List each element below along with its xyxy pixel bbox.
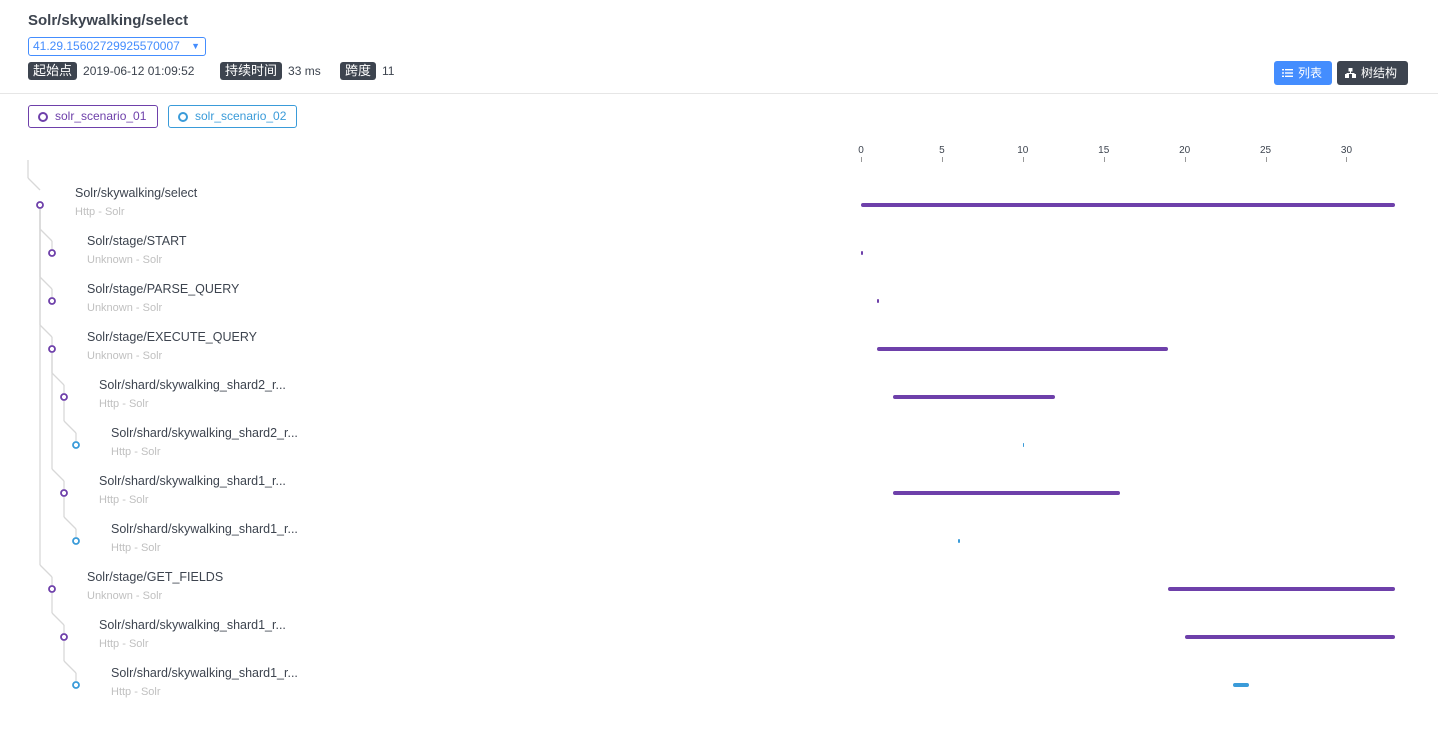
span-duration-bar[interactable] xyxy=(861,203,1395,207)
span-node-dot xyxy=(72,681,80,689)
tree-connector xyxy=(51,372,65,386)
span-duration-bar[interactable] xyxy=(877,347,1169,351)
span-type: Http - Solr xyxy=(111,686,161,698)
span-name[interactable]: Solr/shard/skywalking_shard2_r... xyxy=(111,426,298,440)
span-type: Unknown - Solr xyxy=(87,302,163,314)
span-name[interactable]: Solr/shard/skywalking_shard1_r... xyxy=(99,618,286,632)
span-name[interactable]: Solr/skywalking/select xyxy=(75,186,197,200)
span-type: Http - Solr xyxy=(75,206,125,218)
span-name[interactable]: Solr/stage/EXECUTE_QUERY xyxy=(87,330,257,344)
span-node-dot xyxy=(48,585,56,593)
span-duration-bar[interactable] xyxy=(893,491,1120,495)
span-node-dot xyxy=(48,249,56,257)
tree-connector xyxy=(39,564,53,578)
span-name[interactable]: Solr/stage/PARSE_QUERY xyxy=(87,282,239,296)
span-name[interactable]: Solr/stage/GET_FIELDS xyxy=(87,570,223,584)
span-duration-bar[interactable] xyxy=(1233,683,1250,687)
span-name[interactable]: Solr/shard/skywalking_shard2_r... xyxy=(99,378,286,392)
span-duration-bar[interactable] xyxy=(877,299,879,303)
span-type: Unknown - Solr xyxy=(87,254,163,266)
span-type: Unknown - Solr xyxy=(87,590,163,602)
span-duration-bar[interactable] xyxy=(893,395,1056,399)
tree-connector xyxy=(51,612,65,626)
span-name[interactable]: Solr/shard/skywalking_shard1_r... xyxy=(111,666,298,680)
span-node-dot xyxy=(36,201,44,209)
span-name[interactable]: Solr/shard/skywalking_shard1_r... xyxy=(99,474,286,488)
span-type: Http - Solr xyxy=(99,398,149,410)
span-type: Http - Solr xyxy=(99,494,149,506)
span-node-dot xyxy=(72,441,80,449)
span-type: Http - Solr xyxy=(99,638,149,650)
tree-connector xyxy=(39,324,53,338)
span-node-dot xyxy=(48,297,56,305)
tree-connector xyxy=(63,420,77,434)
span-duration-bar[interactable] xyxy=(861,251,863,255)
tree-connector xyxy=(39,276,53,290)
span-node-dot xyxy=(72,537,80,545)
span-duration-bar[interactable] xyxy=(1184,635,1395,639)
span-node-dot xyxy=(48,345,56,353)
span-node-dot xyxy=(60,633,68,641)
span-name[interactable]: Solr/shard/skywalking_shard1_r... xyxy=(111,522,298,536)
span-type: Unknown - Solr xyxy=(87,350,163,362)
span-node-dot xyxy=(60,489,68,497)
span-type: Http - Solr xyxy=(111,542,161,554)
tree-connector xyxy=(63,516,77,530)
tree-connector xyxy=(63,660,77,674)
span-duration-bar[interactable] xyxy=(1168,587,1395,591)
span-node-dot xyxy=(60,393,68,401)
tree-connector xyxy=(51,468,65,482)
tree-connector xyxy=(27,177,41,191)
span-name[interactable]: Solr/stage/START xyxy=(87,234,187,248)
span-duration-bar[interactable] xyxy=(958,539,960,543)
span-type: Http - Solr xyxy=(111,446,161,458)
tree-connector xyxy=(39,228,53,242)
